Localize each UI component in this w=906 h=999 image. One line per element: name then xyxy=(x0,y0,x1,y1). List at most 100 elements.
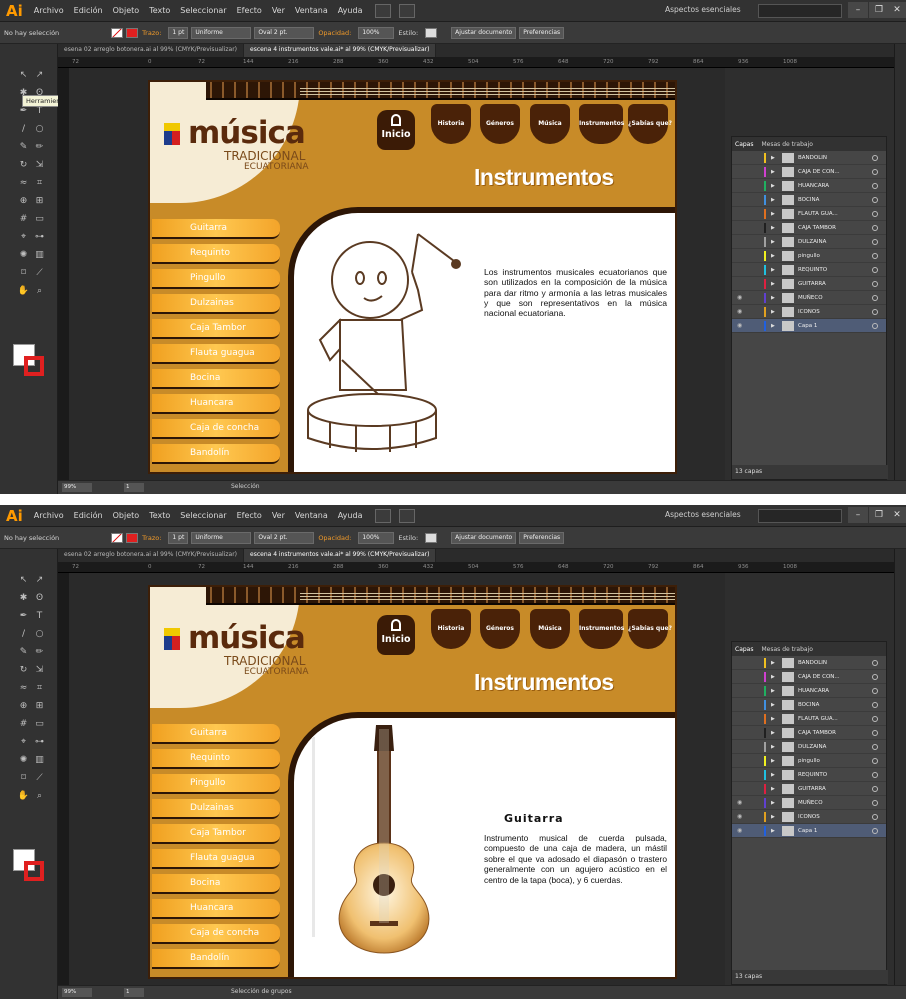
doc-tab-2[interactable]: escena 4 instrumentos vale.ai* al 99% (C… xyxy=(244,549,437,562)
pen-tool-icon[interactable]: ✒ xyxy=(17,611,30,621)
menu-edicion[interactable]: Edición xyxy=(74,511,103,520)
expand-triangle-icon[interactable]: ▶ xyxy=(771,193,775,207)
layer-row[interactable]: ▶ FLAUTA GUA... xyxy=(732,207,886,221)
layer-row[interactable]: ◉ ▶ Capa 1 xyxy=(732,824,886,838)
pen-tool-icon[interactable]: ✒ xyxy=(17,106,30,116)
menu-archivo[interactable]: Archivo xyxy=(34,6,64,15)
sidebar-item-caja-tambor[interactable]: Caja Tambor xyxy=(152,824,280,844)
target-circle-icon[interactable] xyxy=(872,281,878,287)
opacity-label[interactable]: Opacidad: xyxy=(318,29,351,37)
minimize-button[interactable]: – xyxy=(848,507,868,523)
target-circle-icon[interactable] xyxy=(872,183,878,189)
layer-row[interactable]: ▶ pingullo xyxy=(732,754,886,768)
nav-historia[interactable]: Historia xyxy=(431,609,471,649)
expand-triangle-icon[interactable]: ▶ xyxy=(771,684,775,698)
menu-texto[interactable]: Texto xyxy=(149,511,170,520)
menu-texto[interactable]: Texto xyxy=(149,6,170,15)
expand-triangle-icon[interactable]: ▶ xyxy=(771,768,775,782)
gradient-tool-icon[interactable]: ▭ xyxy=(33,214,46,224)
warp-tool-icon[interactable]: ≈ xyxy=(17,683,30,693)
draw-mode-icon[interactable]: ◧ xyxy=(17,344,30,354)
type-tool-icon[interactable]: T xyxy=(33,106,46,116)
layer-row[interactable]: ▶ CAJA DE CON... xyxy=(732,670,886,684)
visibility-eye-icon[interactable]: ◉ xyxy=(737,796,742,810)
expand-triangle-icon[interactable]: ▶ xyxy=(771,291,775,305)
sidebar-item-flauta-guagua[interactable]: Flauta guagua xyxy=(152,344,280,364)
expand-triangle-icon[interactable]: ▶ xyxy=(771,151,775,165)
direct-selection-tool-icon[interactable]: ↗ xyxy=(33,575,46,585)
nav-instrumentos[interactable]: Instrumentos xyxy=(579,104,624,144)
layer-row[interactable]: ▶ REQUINTO xyxy=(732,263,886,277)
brush-field[interactable]: Oval 2 pt. xyxy=(254,26,315,39)
slice-tool-icon[interactable]: ⟋ xyxy=(33,773,46,783)
layer-row[interactable]: ▶ GUITARRA xyxy=(732,277,886,291)
blend-tool-icon[interactable]: ⊶ xyxy=(33,737,46,747)
visibility-eye-icon[interactable]: ◉ xyxy=(737,810,742,824)
line-tool-icon[interactable]: / xyxy=(17,629,30,639)
sidebar-item-bandolin[interactable]: Bandolín xyxy=(152,444,280,464)
layer-row[interactable]: ◉ ▶ MUÑECO xyxy=(732,796,886,810)
menu-ayuda[interactable]: Ayuda xyxy=(338,511,363,520)
stroke-color-box[interactable] xyxy=(24,356,44,376)
layer-row[interactable]: ▶ HUANCARA xyxy=(732,179,886,193)
layer-row[interactable]: ◉ ▶ ICONOS xyxy=(732,305,886,319)
expand-triangle-icon[interactable]: ▶ xyxy=(771,249,775,263)
shape-builder-tool-icon[interactable]: ⊕ xyxy=(17,196,30,206)
menu-objeto[interactable]: Objeto xyxy=(113,6,140,15)
eyedropper-tool-icon[interactable]: ⌖ xyxy=(17,232,30,242)
home-button[interactable]: Inicio xyxy=(377,615,415,655)
bridge-button[interactable] xyxy=(375,3,392,18)
profile-field[interactable]: Uniforme xyxy=(191,26,252,39)
target-circle-icon[interactable] xyxy=(872,323,878,329)
expand-triangle-icon[interactable]: ▶ xyxy=(771,207,775,221)
nav-generos[interactable]: Géneros xyxy=(480,104,520,144)
target-circle-icon[interactable] xyxy=(872,253,878,259)
expand-triangle-icon[interactable]: ▶ xyxy=(771,670,775,684)
doc-tab-1[interactable]: esena 02 arreglo botonera.ai al 99% (CMY… xyxy=(58,44,245,57)
brush-field[interactable]: Oval 2 pt. xyxy=(254,531,315,544)
graph-tool-icon[interactable]: ▥ xyxy=(33,755,46,765)
ellipse-tool-icon[interactable]: ○ xyxy=(33,124,46,134)
layer-row[interactable]: ▶ HUANCARA xyxy=(732,684,886,698)
sidebar-item-huancara[interactable]: Huancara xyxy=(152,899,280,919)
doc-tab-2[interactable]: escena 4 instrumentos vale.ai* al 99% (C… xyxy=(244,44,437,57)
target-circle-icon[interactable] xyxy=(872,660,878,666)
pencil-tool-icon[interactable]: ✏ xyxy=(33,142,46,152)
minimize-button[interactable]: – xyxy=(848,2,868,18)
target-circle-icon[interactable] xyxy=(872,239,878,245)
sidebar-item-dulzainas[interactable]: Dulzainas xyxy=(152,799,280,819)
close-button[interactable]: ✕ xyxy=(888,2,906,18)
symbol-sprayer-tool-icon[interactable]: ✺ xyxy=(17,250,30,260)
home-button[interactable]: Inicio xyxy=(377,110,415,150)
stroke-label[interactable]: Trazo: xyxy=(142,29,161,37)
workspace-switcher[interactable]: Aspectos esenciales xyxy=(665,5,741,14)
close-button[interactable]: ✕ xyxy=(888,507,906,523)
layer-row[interactable]: ◉ ▶ Capa 1 xyxy=(732,319,886,333)
canvas[interactable]: música TRADICIONAL ECUATORIANA Inicio Hi… xyxy=(69,68,725,480)
fill-swatch[interactable] xyxy=(111,532,124,543)
rotate-tool-icon[interactable]: ↻ xyxy=(17,160,30,170)
layers-tab[interactable]: Capas xyxy=(735,646,753,653)
scale-tool-icon[interactable]: ⇲ xyxy=(33,160,46,170)
mesh-tool-icon[interactable]: # xyxy=(17,214,30,224)
fill-swatch[interactable] xyxy=(111,27,124,38)
workspace-switcher[interactable]: Aspectos esenciales xyxy=(665,510,741,519)
nav-sabias-que[interactable]: ¿Sabías que? xyxy=(628,609,672,649)
sidebar-item-pingullo[interactable]: Pingullo xyxy=(152,774,280,794)
zoom-tool-icon[interactable]: ⌕ xyxy=(33,791,46,801)
expand-triangle-icon[interactable]: ▶ xyxy=(771,235,775,249)
menu-efecto[interactable]: Efecto xyxy=(237,511,262,520)
sidebar-item-huancara[interactable]: Huancara xyxy=(152,394,280,414)
zoom-level[interactable]: 99% xyxy=(62,483,92,492)
expand-triangle-icon[interactable]: ▶ xyxy=(771,824,775,838)
sidebar-item-bocina[interactable]: Bocina xyxy=(152,874,280,894)
layer-row[interactable]: ▶ BOCINA xyxy=(732,193,886,207)
target-circle-icon[interactable] xyxy=(872,155,878,161)
expand-triangle-icon[interactable]: ▶ xyxy=(771,165,775,179)
symbol-sprayer-tool-icon[interactable]: ✺ xyxy=(17,755,30,765)
visibility-eye-icon[interactable]: ◉ xyxy=(737,319,742,333)
visibility-eye-icon[interactable]: ◉ xyxy=(737,305,742,319)
bridge-button[interactable] xyxy=(375,508,392,523)
lasso-tool-icon[interactable]: ʘ xyxy=(33,593,46,603)
type-tool-icon[interactable]: T xyxy=(33,611,46,621)
